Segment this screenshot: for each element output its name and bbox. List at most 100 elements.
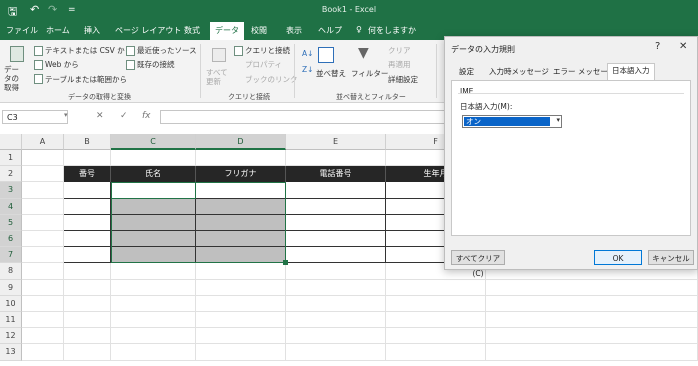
grid-cell[interactable]	[111, 150, 196, 167]
tab-view[interactable]: 表示	[286, 25, 302, 36]
table-header-cell[interactable]: フリガナ	[196, 166, 286, 182]
get-data-button[interactable]: データの取得	[4, 65, 26, 92]
row-header[interactable]: 13	[0, 344, 22, 361]
grid-cell[interactable]	[22, 198, 64, 215]
grid-cell[interactable]	[486, 312, 698, 329]
grid-cell[interactable]	[22, 150, 64, 167]
row-header[interactable]: 11	[0, 312, 22, 329]
name-box-dropdown-icon[interactable]: ▾	[64, 111, 68, 119]
grid-cell[interactable]	[286, 295, 386, 312]
column-header[interactable]: A	[22, 134, 64, 150]
edit-links-button[interactable]: ブックのリンク	[245, 74, 298, 85]
tab-home[interactable]: ホーム	[46, 25, 70, 36]
refresh-all-button[interactable]: すべて更新	[206, 68, 232, 86]
grid-cell[interactable]	[196, 328, 286, 345]
column-header[interactable]: B	[64, 134, 111, 150]
grid-cell[interactable]	[22, 263, 64, 280]
ok-button[interactable]: OK	[594, 250, 642, 265]
grid-cell[interactable]	[64, 312, 111, 329]
tab-formulas[interactable]: 数式	[184, 25, 200, 36]
grid-cell[interactable]	[22, 182, 64, 199]
grid-cell[interactable]	[286, 231, 386, 248]
table-header-cell[interactable]: 氏名	[111, 166, 196, 182]
tell-me-search[interactable]: 何をしますか	[368, 25, 416, 36]
tab-page-layout[interactable]: ページ レイアウト	[115, 25, 181, 36]
grid-cell[interactable]	[111, 328, 196, 345]
row-header[interactable]: 1	[0, 150, 22, 167]
column-header[interactable]: C	[111, 134, 196, 150]
grid-cell[interactable]	[22, 231, 64, 248]
grid-cell[interactable]	[22, 295, 64, 312]
existing-connections-button[interactable]: 既存の接続	[137, 59, 175, 70]
enter-entry-icon[interactable]: ✓	[120, 111, 128, 121]
grid-cell[interactable]	[286, 182, 386, 199]
grid-cell[interactable]	[64, 295, 111, 312]
grid-cell[interactable]	[111, 279, 196, 296]
row-header[interactable]: 10	[0, 295, 22, 312]
grid-cell[interactable]	[22, 279, 64, 296]
grid-cell[interactable]	[64, 328, 111, 345]
reapply-button[interactable]: 再適用	[388, 59, 411, 70]
row-header[interactable]: 7	[0, 247, 22, 264]
tab-file[interactable]: ファイル	[6, 25, 38, 36]
name-box[interactable]: C3	[2, 110, 68, 124]
filter-button[interactable]: フィルター	[351, 68, 388, 79]
grid-cell[interactable]	[64, 150, 111, 167]
grid-cell[interactable]	[22, 247, 64, 264]
tab-review[interactable]: 校閲	[251, 25, 267, 36]
cancel-entry-icon[interactable]: ✕	[96, 111, 104, 121]
properties-button[interactable]: プロパティ	[245, 59, 282, 70]
grid-cell[interactable]	[286, 214, 386, 231]
tab-insert[interactable]: 挿入	[84, 25, 100, 36]
grid-cell[interactable]	[111, 312, 196, 329]
row-header[interactable]: 12	[0, 328, 22, 345]
insert-function-icon[interactable]: fx	[142, 111, 151, 121]
grid-cell[interactable]	[286, 279, 386, 296]
row-header[interactable]: 5	[0, 214, 22, 231]
row-header[interactable]: 8	[0, 263, 22, 280]
grid-cell[interactable]	[286, 263, 386, 280]
from-table-button[interactable]: テーブルまたは範囲から	[45, 74, 127, 85]
grid-cell[interactable]	[22, 344, 64, 361]
sort-button[interactable]: 並べ替え	[316, 68, 346, 79]
tab-data[interactable]: データ	[210, 22, 244, 40]
grid-cell[interactable]	[111, 263, 196, 280]
grid-cell[interactable]	[286, 344, 386, 361]
table-header-cell[interactable]: 番号	[64, 166, 111, 182]
grid-cell[interactable]	[64, 198, 111, 215]
fill-handle[interactable]	[283, 260, 288, 266]
table-header-cell[interactable]: 電話番号	[286, 166, 386, 182]
grid-cell[interactable]	[486, 279, 698, 296]
grid-cell[interactable]	[386, 295, 486, 312]
tab-input-message[interactable]: 入力時メッセージ	[485, 65, 553, 79]
grid-cell[interactable]	[22, 328, 64, 345]
grid-cell[interactable]	[196, 295, 286, 312]
from-text-csv-button[interactable]: テキストまたは CSV から	[45, 45, 132, 56]
row-header[interactable]: 3	[0, 182, 22, 199]
grid-cell[interactable]	[22, 214, 64, 231]
queries-connections-button[interactable]: クエリと接続	[245, 45, 290, 56]
grid-cell[interactable]	[286, 312, 386, 329]
grid-cell[interactable]	[64, 263, 111, 280]
grid-cell[interactable]	[286, 150, 386, 167]
column-header[interactable]: D	[196, 134, 286, 150]
grid-cell[interactable]	[64, 279, 111, 296]
tab-settings[interactable]: 設定	[455, 65, 478, 79]
row-header[interactable]: 4	[0, 198, 22, 215]
grid-cell[interactable]	[386, 328, 486, 345]
grid-cell[interactable]	[22, 166, 64, 183]
recent-sources-button[interactable]: 最近使ったソース	[137, 45, 197, 56]
select-all-corner[interactable]	[0, 134, 22, 150]
active-cell[interactable]	[111, 182, 196, 199]
grid-cell[interactable]	[196, 279, 286, 296]
grid-cell[interactable]	[64, 214, 111, 231]
grid-cell[interactable]	[486, 344, 698, 361]
help-icon[interactable]: ?	[655, 41, 660, 52]
grid-cell[interactable]	[286, 198, 386, 215]
grid-cell[interactable]	[64, 344, 111, 361]
grid-cell[interactable]	[111, 344, 196, 361]
ime-mode-select[interactable]: オン ▾	[462, 115, 562, 128]
tab-ime-mode[interactable]: 日本語入力	[607, 63, 655, 81]
grid-cell[interactable]	[22, 312, 64, 329]
grid-cell[interactable]	[486, 295, 698, 312]
